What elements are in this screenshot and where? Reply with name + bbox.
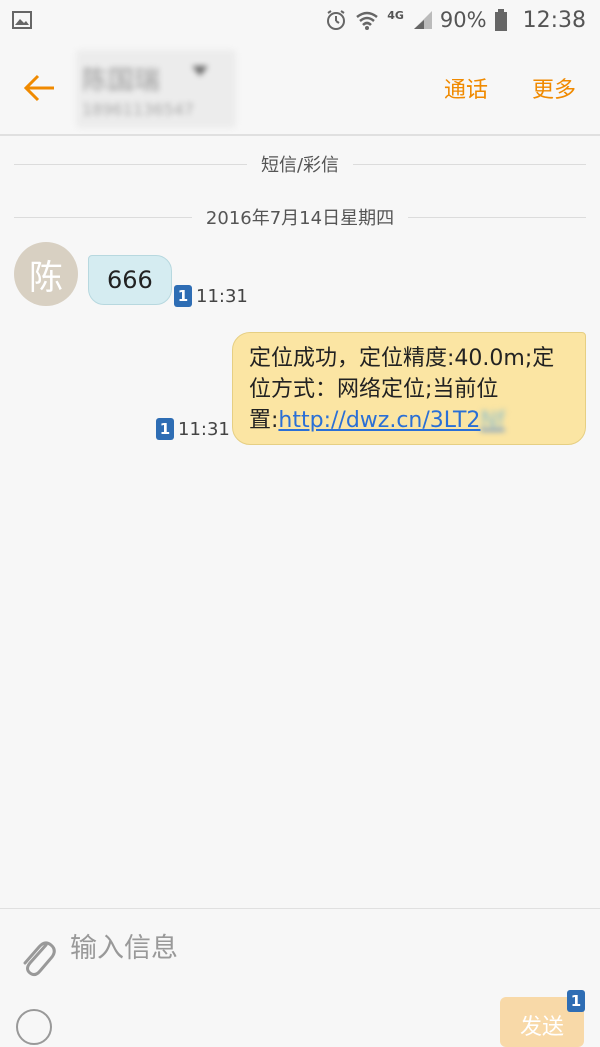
network-type-label: 4G [387, 8, 404, 22]
status-icons: 4G 90% 12:38 [317, 0, 586, 40]
send-sim-icon[interactable]: 1 [567, 990, 585, 1012]
divider-line [14, 216, 192, 218]
battery-percent: 90% [439, 8, 487, 32]
divider-line [408, 216, 587, 218]
more-button[interactable]: 更多 [532, 72, 576, 104]
link-blurred-text: Nf [480, 408, 505, 433]
message-link[interactable]: http://dwz.cn/3LT2Nf [278, 408, 504, 433]
message-time: 11:31 [196, 285, 248, 307]
wifi-icon [355, 9, 379, 31]
battery-icon [494, 9, 507, 31]
divider-line [353, 163, 587, 165]
alarm-icon [325, 9, 347, 31]
message-time: 11:31 [178, 418, 230, 440]
sim-card-icon: 1 [156, 418, 174, 440]
emoji-icon[interactable] [16, 1009, 52, 1045]
contact-name: 陈国瑞 [82, 66, 161, 96]
app-bar: 陈国瑞 18961136547 通话 更多 [0, 40, 600, 136]
date-divider: 2016年7月14日星期四 [14, 205, 587, 229]
gallery-notification-icon [12, 10, 32, 34]
back-arrow-icon[interactable] [22, 70, 58, 106]
clock: 12:38 [522, 7, 586, 33]
date-label: 2016年7月14日星期四 [205, 208, 395, 229]
divider-line [14, 163, 247, 165]
call-button[interactable]: 通话 [444, 72, 488, 104]
signal-icon [412, 10, 434, 30]
outgoing-message-meta: 1 11:31 [156, 418, 230, 440]
contact-avatar[interactable]: 陈 [14, 242, 78, 306]
message-input[interactable] [68, 927, 512, 969]
contact-number: 18961136547 [82, 100, 194, 119]
sim-card-icon: 1 [174, 285, 192, 307]
incoming-message-bubble[interactable]: 666 [88, 255, 172, 305]
incoming-message-meta: 1 11:31 [174, 285, 248, 307]
link-text: http://dwz.cn/3LT2 [278, 408, 481, 433]
paperclip-icon[interactable] [16, 933, 56, 977]
outgoing-message-bubble[interactable]: 定位成功，定位精度:40.0m;定位方式：网络定位;当前位置:http://dw… [232, 332, 586, 445]
chevron-down-icon [192, 66, 208, 76]
message-type-label: 短信/彩信 [260, 155, 340, 176]
message-type-divider: 短信/彩信 [14, 152, 587, 176]
status-bar: 4G 90% 12:38 [0, 0, 600, 40]
contact-header[interactable]: 陈国瑞 18961136547 [76, 50, 236, 128]
